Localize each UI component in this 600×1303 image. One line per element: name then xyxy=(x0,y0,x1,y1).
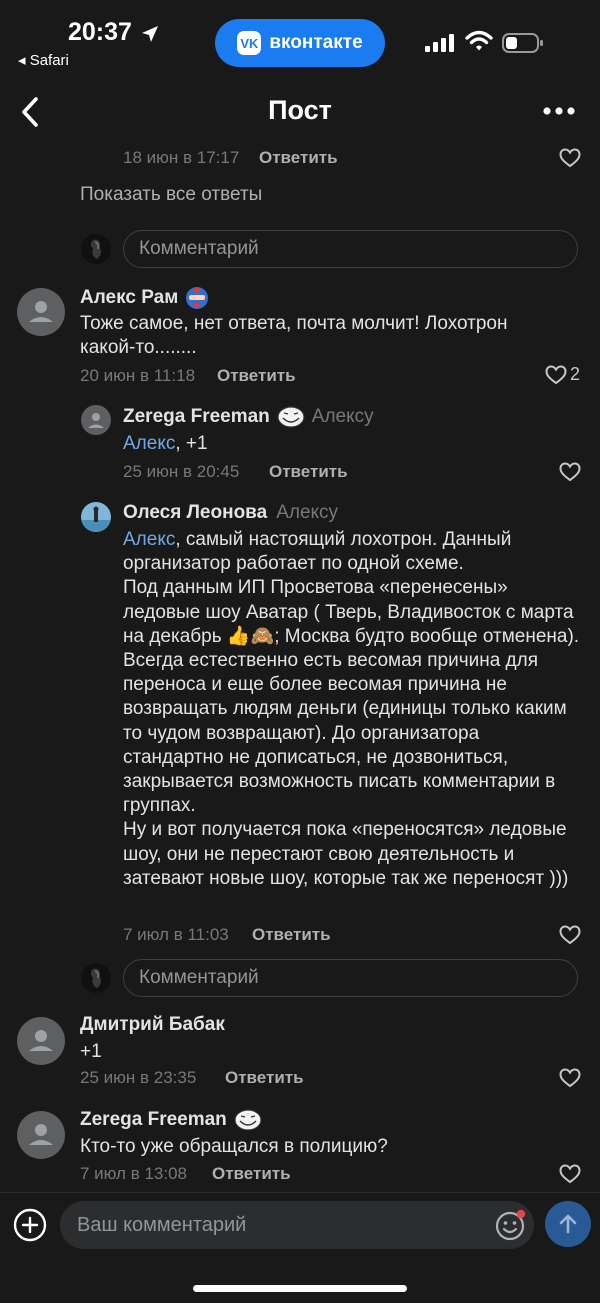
comment-author[interactable]: Zerega Freeman xyxy=(123,406,270,428)
like-heart-icon xyxy=(545,364,567,384)
like-count: 2 xyxy=(570,364,581,384)
my-avatar xyxy=(81,963,111,993)
main-comment-placeholder: Ваш комментарий xyxy=(77,1213,247,1236)
like-heart-icon[interactable] xyxy=(559,1164,581,1184)
avatar[interactable] xyxy=(17,1111,65,1159)
wifi-icon xyxy=(465,30,493,51)
comment-time: 25 июн в 20:45 xyxy=(123,462,240,481)
reply-addressee: Алексу xyxy=(276,502,339,523)
comment-time: 18 июн в 17:17 xyxy=(123,148,240,167)
reply-button[interactable]: Ответить xyxy=(259,148,338,168)
battery-icon xyxy=(502,33,543,53)
comment-text-block: Алекс, самый настоящий лохотрон. Данный … xyxy=(123,528,585,891)
like-heart-icon[interactable] xyxy=(559,462,581,482)
comment-author[interactable]: Алекс Рам xyxy=(80,287,178,309)
status-time: 20:37 xyxy=(68,18,132,46)
mention-link[interactable]: Алекс xyxy=(123,529,175,550)
comment-time: 7 июл в 13:08 xyxy=(80,1164,187,1183)
cellular-signal-icon xyxy=(425,34,454,52)
home-indicator xyxy=(193,1285,407,1292)
reply-addressee: Алексу xyxy=(311,406,374,427)
comment-text: , +1 xyxy=(175,433,208,454)
reply-button[interactable]: Ответить xyxy=(212,1164,291,1184)
vk-pill-label: вконтакте xyxy=(269,32,363,53)
comment-text: Кто-то уже обращался в полицию? xyxy=(80,1136,388,1157)
add-attachment-icon[interactable] xyxy=(12,1207,48,1243)
like-heart-icon[interactable] xyxy=(559,148,581,168)
avatar[interactable] xyxy=(81,405,111,435)
page-title: Пост xyxy=(268,95,332,125)
mention-link[interactable]: Алекс xyxy=(123,433,175,454)
comment-text: , самый настоящий лохотрон. Данный орган… xyxy=(123,529,580,889)
reply-comment-input[interactable]: Комментарий xyxy=(123,230,578,268)
comment-time: 20 июн в 11:18 xyxy=(80,366,196,385)
reply-button[interactable]: Ответить xyxy=(225,1068,304,1088)
avatar[interactable] xyxy=(81,502,111,532)
comment-text: +1 xyxy=(80,1041,102,1062)
location-arrow-icon xyxy=(142,26,158,42)
reply-comment-input[interactable]: Комментарий xyxy=(123,959,578,997)
emoji-sticker-icon[interactable] xyxy=(494,1208,528,1242)
reply-comment-placeholder: Комментарий xyxy=(139,238,259,259)
avatar[interactable] xyxy=(17,1017,65,1065)
avatar[interactable] xyxy=(17,288,65,336)
comment-text: Тоже самое, нет ответа, почта молчит! Ло… xyxy=(80,313,508,359)
reply-button[interactable]: Ответить xyxy=(269,462,348,482)
send-button[interactable] xyxy=(545,1201,591,1247)
comment-author[interactable]: Олеся Леонова xyxy=(123,502,267,524)
like-heart-icon[interactable] xyxy=(559,1068,581,1088)
reply-comment-placeholder: Комментарий xyxy=(139,967,259,988)
comment-author[interactable]: Дмитрий Бабак xyxy=(80,1014,225,1036)
back-to-safari-link[interactable]: ◂ Safari xyxy=(18,51,69,69)
like-button[interactable]: 2 xyxy=(545,364,580,385)
show-all-replies-link[interactable]: Показать все ответы xyxy=(80,184,262,206)
comment-author[interactable]: Zerega Freeman xyxy=(80,1109,227,1131)
comment-time: 7 июл в 11:03 xyxy=(123,925,229,944)
reply-button[interactable]: Ответить xyxy=(217,366,296,386)
main-comment-input[interactable]: Ваш комментарий xyxy=(60,1201,534,1249)
like-heart-icon[interactable] xyxy=(559,925,581,945)
reply-button[interactable]: Ответить xyxy=(252,925,331,945)
more-options-icon[interactable] xyxy=(543,104,575,118)
vk-logo-icon: VK xyxy=(237,31,262,55)
my-avatar xyxy=(81,234,111,264)
trollface-emoji-icon xyxy=(277,406,305,428)
comment-time: 25 июн в 23:35 xyxy=(80,1068,197,1087)
send-arrow-icon xyxy=(559,1214,577,1234)
captain-emoji-icon xyxy=(186,287,209,309)
vk-app-pill[interactable]: VK вконтакте xyxy=(215,19,385,67)
comment-text-block: Алекс, +1 xyxy=(123,432,208,456)
trollface-emoji-icon xyxy=(234,1109,262,1131)
